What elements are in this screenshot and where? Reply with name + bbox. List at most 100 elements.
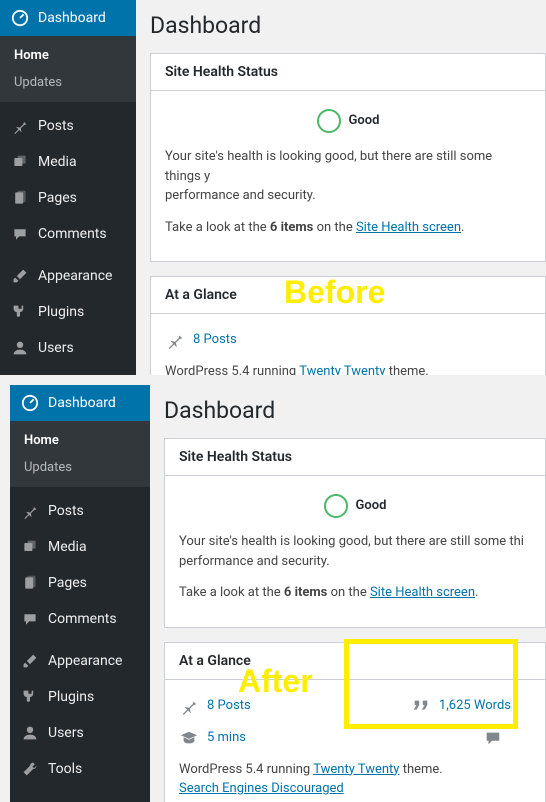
- page-title: Dashboard: [164, 397, 546, 424]
- health-status: Good: [349, 111, 380, 131]
- glance-posts-row: 8 Posts: [165, 330, 531, 350]
- theme-link[interactable]: Twenty Twenty: [299, 364, 385, 375]
- glance-posts-link[interactable]: 8 Posts: [207, 696, 251, 716]
- health-circle-icon: [324, 494, 348, 518]
- at-a-glance-box: At a Glance 8 Posts WordPress 5.4 runnin…: [150, 276, 546, 375]
- pin-icon: [10, 116, 30, 136]
- pin-icon: [179, 696, 199, 716]
- sidebar-label: Appearance: [38, 268, 112, 284]
- sidebar-item-media[interactable]: Media: [10, 529, 150, 565]
- sidebar-item-users[interactable]: Users: [0, 330, 136, 366]
- sidebar-label: Dashboard: [48, 395, 116, 411]
- quote-icon: [411, 696, 431, 716]
- health-indicator: Good: [165, 109, 531, 133]
- sidebar-label: Users: [38, 340, 74, 356]
- sidebar-item-appearance[interactable]: Appearance: [10, 643, 150, 679]
- dashboard-icon: [10, 8, 30, 28]
- user-icon: [10, 338, 30, 358]
- seo-discouraged-link[interactable]: Search Engines Discouraged: [179, 781, 344, 796]
- sidebar-label: Tools: [48, 761, 82, 777]
- health-indicator: Good: [179, 494, 531, 518]
- sidebar-label: Dashboard: [38, 10, 106, 26]
- health-status: Good: [356, 496, 387, 516]
- sidebar-label: Media: [38, 154, 77, 170]
- sidebar-item-plugins[interactable]: Plugins: [0, 294, 136, 330]
- sidebar-item-dashboard[interactable]: Dashboard: [10, 385, 150, 421]
- sidebar-item-posts[interactable]: Posts: [0, 108, 136, 144]
- sidebar-item-users[interactable]: Users: [10, 715, 150, 751]
- glance-running: WordPress 5.4 running Twenty Twenty them…: [165, 362, 531, 375]
- plug-icon: [10, 302, 30, 322]
- sidebar-item-pages[interactable]: Pages: [10, 565, 150, 601]
- sidebar-sub-home[interactable]: Home: [0, 42, 136, 69]
- sidebar-label: Comments: [48, 611, 117, 627]
- sidebar-sub-home[interactable]: Home: [10, 427, 150, 454]
- site-health-heading: Site Health Status: [165, 439, 545, 476]
- glance-row-2: 5 mins: [179, 728, 531, 748]
- sidebar-item-plugins[interactable]: Plugins: [10, 679, 150, 715]
- site-health-box: Site Health Status Good Your site's heal…: [164, 438, 546, 628]
- sidebar-label: Comments: [38, 226, 107, 242]
- user-icon: [20, 723, 40, 743]
- health-desc: Your site's health is looking good, but …: [179, 532, 531, 571]
- sidebar-label: Appearance: [48, 653, 122, 669]
- sidebar-submenu: Home Updates: [0, 36, 136, 102]
- sidebar-sub-updates[interactable]: Updates: [10, 454, 150, 481]
- pin-icon: [165, 330, 185, 350]
- sidebar-label: Posts: [38, 118, 74, 134]
- pin-icon: [20, 501, 40, 521]
- sidebar-label: Pages: [48, 575, 87, 591]
- sidebar-label: Users: [48, 725, 84, 741]
- media-icon: [10, 152, 30, 172]
- cap-icon: [179, 728, 199, 748]
- sidebar-label: Plugins: [38, 304, 84, 320]
- admin-sidebar: Dashboard Home Updates Posts Media Pages: [0, 0, 136, 375]
- wrench-icon: [20, 759, 40, 779]
- page-title: Dashboard: [150, 12, 546, 39]
- admin-sidebar: Dashboard Home Updates Posts Media Pages: [10, 385, 150, 802]
- sidebar-item-pages[interactable]: Pages: [0, 180, 136, 216]
- glance-words-link[interactable]: 1,625 Words: [439, 696, 511, 716]
- comment-icon: [20, 609, 40, 629]
- sidebar-item-comments[interactable]: Comments: [0, 216, 136, 252]
- health-look: Take a look at the 6 items on the Site H…: [179, 583, 531, 603]
- health-look: Take a look at the 6 items on the Site H…: [165, 218, 531, 238]
- brush-icon: [20, 651, 40, 671]
- sidebar-label: Media: [48, 539, 87, 555]
- sidebar-item-tools[interactable]: Tools: [10, 751, 150, 787]
- theme-link[interactable]: Twenty Twenty: [313, 762, 399, 777]
- site-health-link[interactable]: Site Health screen: [356, 220, 461, 235]
- sidebar-label: Pages: [38, 190, 77, 206]
- page-icon: [20, 573, 40, 593]
- comment-icon: [10, 224, 30, 244]
- at-a-glance-box: At a Glance 8 Posts 1,625 Words: [164, 642, 546, 802]
- glance-posts-link[interactable]: 8 Posts: [193, 330, 237, 350]
- sidebar-item-appearance[interactable]: Appearance: [0, 258, 136, 294]
- comment-icon: [483, 728, 503, 748]
- sidebar-item-dashboard[interactable]: Dashboard: [0, 0, 136, 36]
- page-icon: [10, 188, 30, 208]
- main-content: Dashboard Site Health Status Good Your s…: [136, 0, 546, 375]
- glance-running: WordPress 5.4 running Twenty Twenty them…: [179, 760, 531, 799]
- dashboard-icon: [20, 393, 40, 413]
- health-circle-icon: [317, 109, 341, 133]
- sidebar-label: Plugins: [48, 689, 94, 705]
- site-health-heading: Site Health Status: [151, 54, 545, 91]
- sidebar-submenu: Home Updates: [10, 421, 150, 487]
- before-screenshot: Dashboard Home Updates Posts Media Pages: [0, 0, 546, 375]
- glance-heading: At a Glance: [151, 277, 545, 314]
- sidebar-sub-updates[interactable]: Updates: [0, 69, 136, 96]
- media-icon: [20, 537, 40, 557]
- site-health-box: Site Health Status Good Your site's heal…: [150, 53, 546, 262]
- site-health-link[interactable]: Site Health screen: [370, 585, 475, 600]
- sidebar-item-media[interactable]: Media: [0, 144, 136, 180]
- sidebar-item-posts[interactable]: Posts: [10, 493, 150, 529]
- sidebar-item-comments[interactable]: Comments: [10, 601, 150, 637]
- sidebar-label: Posts: [48, 503, 84, 519]
- glance-mins-link[interactable]: 5 mins: [207, 728, 246, 748]
- plug-icon: [20, 687, 40, 707]
- brush-icon: [10, 266, 30, 286]
- after-screenshot: Dashboard Home Updates Posts Media Pages: [0, 375, 546, 802]
- glance-heading: At a Glance: [165, 643, 545, 680]
- glance-row-1: 8 Posts 1,625 Words: [179, 696, 531, 716]
